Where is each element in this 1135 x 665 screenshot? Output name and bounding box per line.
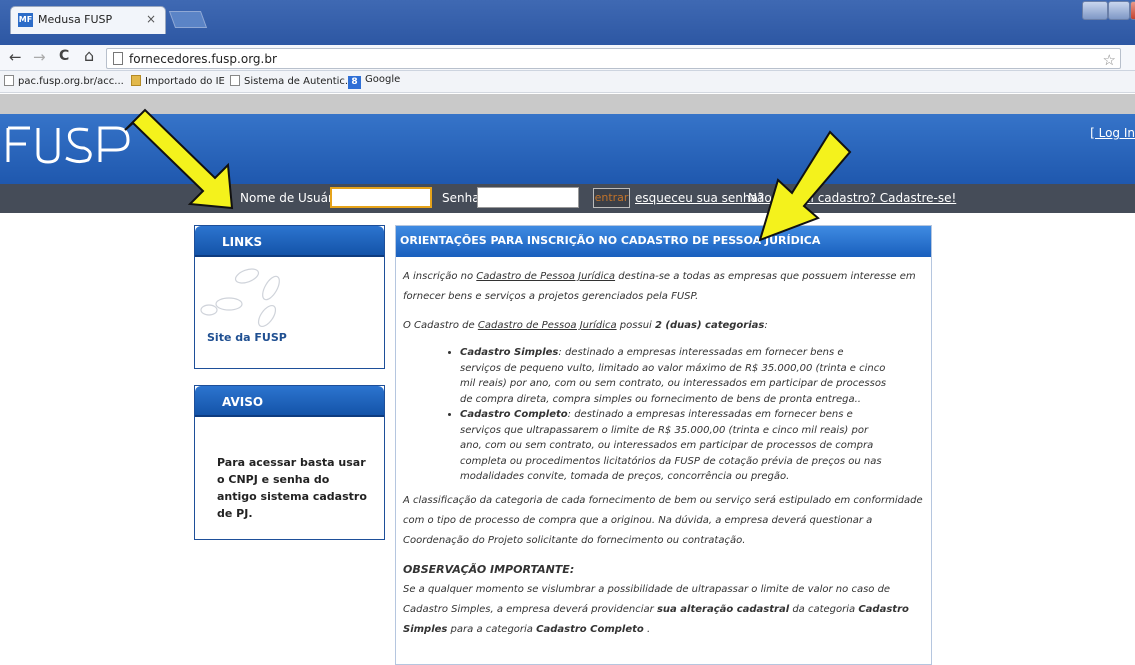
list-item: Cadastro Completo: destinado a empresas … (460, 407, 887, 485)
bookmark-item[interactable]: Sistema de Autentic... (230, 75, 354, 87)
url-text: fornecedores.fusp.org.br (129, 52, 277, 66)
address-toolbar: ← → C ⌂ fornecedores.fusp.org.br ☆ (0, 45, 1135, 71)
aviso-text: Para acessar basta usar o CNPJ e senha d… (217, 456, 367, 520)
classification-paragraph: A classificação da categoria de cada for… (403, 494, 923, 546)
text: A inscrição no (403, 271, 477, 282)
url-field[interactable]: fornecedores.fusp.org.br ☆ (106, 48, 1121, 69)
links-panel: LINKS Site da FUSP (194, 225, 385, 369)
cadastro-link[interactable]: Cadastro de Pessoa Jurídica (478, 320, 617, 331)
forgot-password-link[interactable]: esqueceu sua senha? (635, 191, 764, 205)
bookmarks-bar: pac.fusp.org.br/acc... Importado do IE S… (0, 71, 1135, 93)
browser-tab[interactable]: MF Medusa FUSP × (10, 6, 166, 34)
username-label: Nome de Usuário (240, 191, 344, 205)
site-header (0, 114, 1135, 184)
text: . (643, 623, 651, 635)
forward-icon[interactable]: → (33, 48, 46, 66)
categories-list: Cadastro Simples: destinado a empresas i… (460, 345, 927, 485)
main-title: ORIENTAÇÕES PARA INSCRIÇÃO NO CADASTRO D… (396, 226, 931, 257)
maximize-button[interactable] (1108, 1, 1130, 20)
new-tab-button[interactable] (168, 11, 208, 28)
password-input[interactable] (477, 187, 579, 208)
intro-paragraph: A inscrição no Cadastro de Pessoa Jurídi… (403, 267, 927, 307)
back-icon[interactable]: ← (9, 48, 22, 66)
text: : (764, 320, 768, 331)
tab-title: Medusa FUSP (38, 13, 113, 26)
login-submit-button[interactable]: entrar (593, 188, 630, 208)
aviso-panel-title: AVISO (195, 386, 384, 417)
links-panel-title: LINKS (195, 226, 384, 257)
folder-icon (131, 75, 141, 86)
list-item: Cadastro Simples: destinado a empresas i… (460, 345, 887, 407)
aviso-panel: AVISO Para acessar basta usar o CNPJ e s… (194, 385, 385, 540)
text: possui (616, 320, 655, 331)
favicon-icon: MF (18, 13, 33, 27)
bookmark-label: Google (365, 74, 401, 85)
tab-close-icon[interactable]: × (146, 12, 156, 26)
text: Cadastro Simples (460, 347, 559, 358)
observation-title: OBSERVAÇÃO IMPORTANTE: (403, 562, 575, 576)
text: O Cadastro de (403, 320, 478, 331)
login-link[interactable]: [ Log In (1090, 126, 1135, 140)
main-body: A inscrição no Cadastro de Pessoa Jurídi… (396, 257, 931, 640)
text: para a categoria (447, 623, 537, 635)
reload-icon[interactable]: C (59, 48, 69, 64)
page-icon (113, 52, 123, 65)
text: Cadastro Completo (460, 409, 568, 420)
text: da categoria (789, 603, 859, 615)
google-icon: 8 (348, 76, 361, 89)
text: Cadastro Completo (536, 623, 644, 635)
fusp-logo[interactable] (4, 120, 134, 170)
footprints-icon (200, 268, 280, 328)
bookmark-item[interactable]: pac.fusp.org.br/acc... (4, 75, 124, 87)
page-icon (4, 75, 14, 86)
observation-paragraph: Se a qualquer momento se vislumbrar a po… (403, 580, 927, 640)
minimize-button[interactable] (1082, 1, 1108, 20)
close-window-button[interactable] (1130, 1, 1135, 20)
bookmark-folder[interactable]: Importado do IE (131, 75, 225, 87)
bookmark-label: Sistema de Autentic... (244, 76, 355, 87)
site-fusp-link[interactable]: Site da FUSP (207, 331, 287, 344)
main-content-panel: ORIENTAÇÕES PARA INSCRIÇÃO NO CADASTRO D… (395, 225, 932, 665)
home-icon[interactable]: ⌂ (84, 46, 94, 65)
register-link[interactable]: Não possui cadastro? Cadastre-se! (748, 191, 956, 205)
username-input[interactable] (330, 187, 432, 208)
password-label: Senha (442, 191, 480, 205)
bookmark-label: Importado do IE (145, 76, 225, 87)
text: sua alteração cadastral (656, 603, 790, 615)
page-icon (230, 75, 240, 86)
bookmark-item[interactable]: 8 Google (348, 74, 400, 89)
cadastro-link[interactable]: Cadastro de Pessoa Jurídica (476, 271, 615, 282)
page-top-strip (0, 94, 1135, 114)
categories-paragraph: O Cadastro de Cadastro de Pessoa Jurídic… (403, 316, 927, 336)
text: 2 (duas) categorias (654, 320, 765, 331)
bookmark-star-icon[interactable]: ☆ (1103, 51, 1116, 69)
bookmark-label: pac.fusp.org.br/acc... (18, 76, 124, 87)
browser-titlebar: MF Medusa FUSP × (0, 0, 1135, 45)
